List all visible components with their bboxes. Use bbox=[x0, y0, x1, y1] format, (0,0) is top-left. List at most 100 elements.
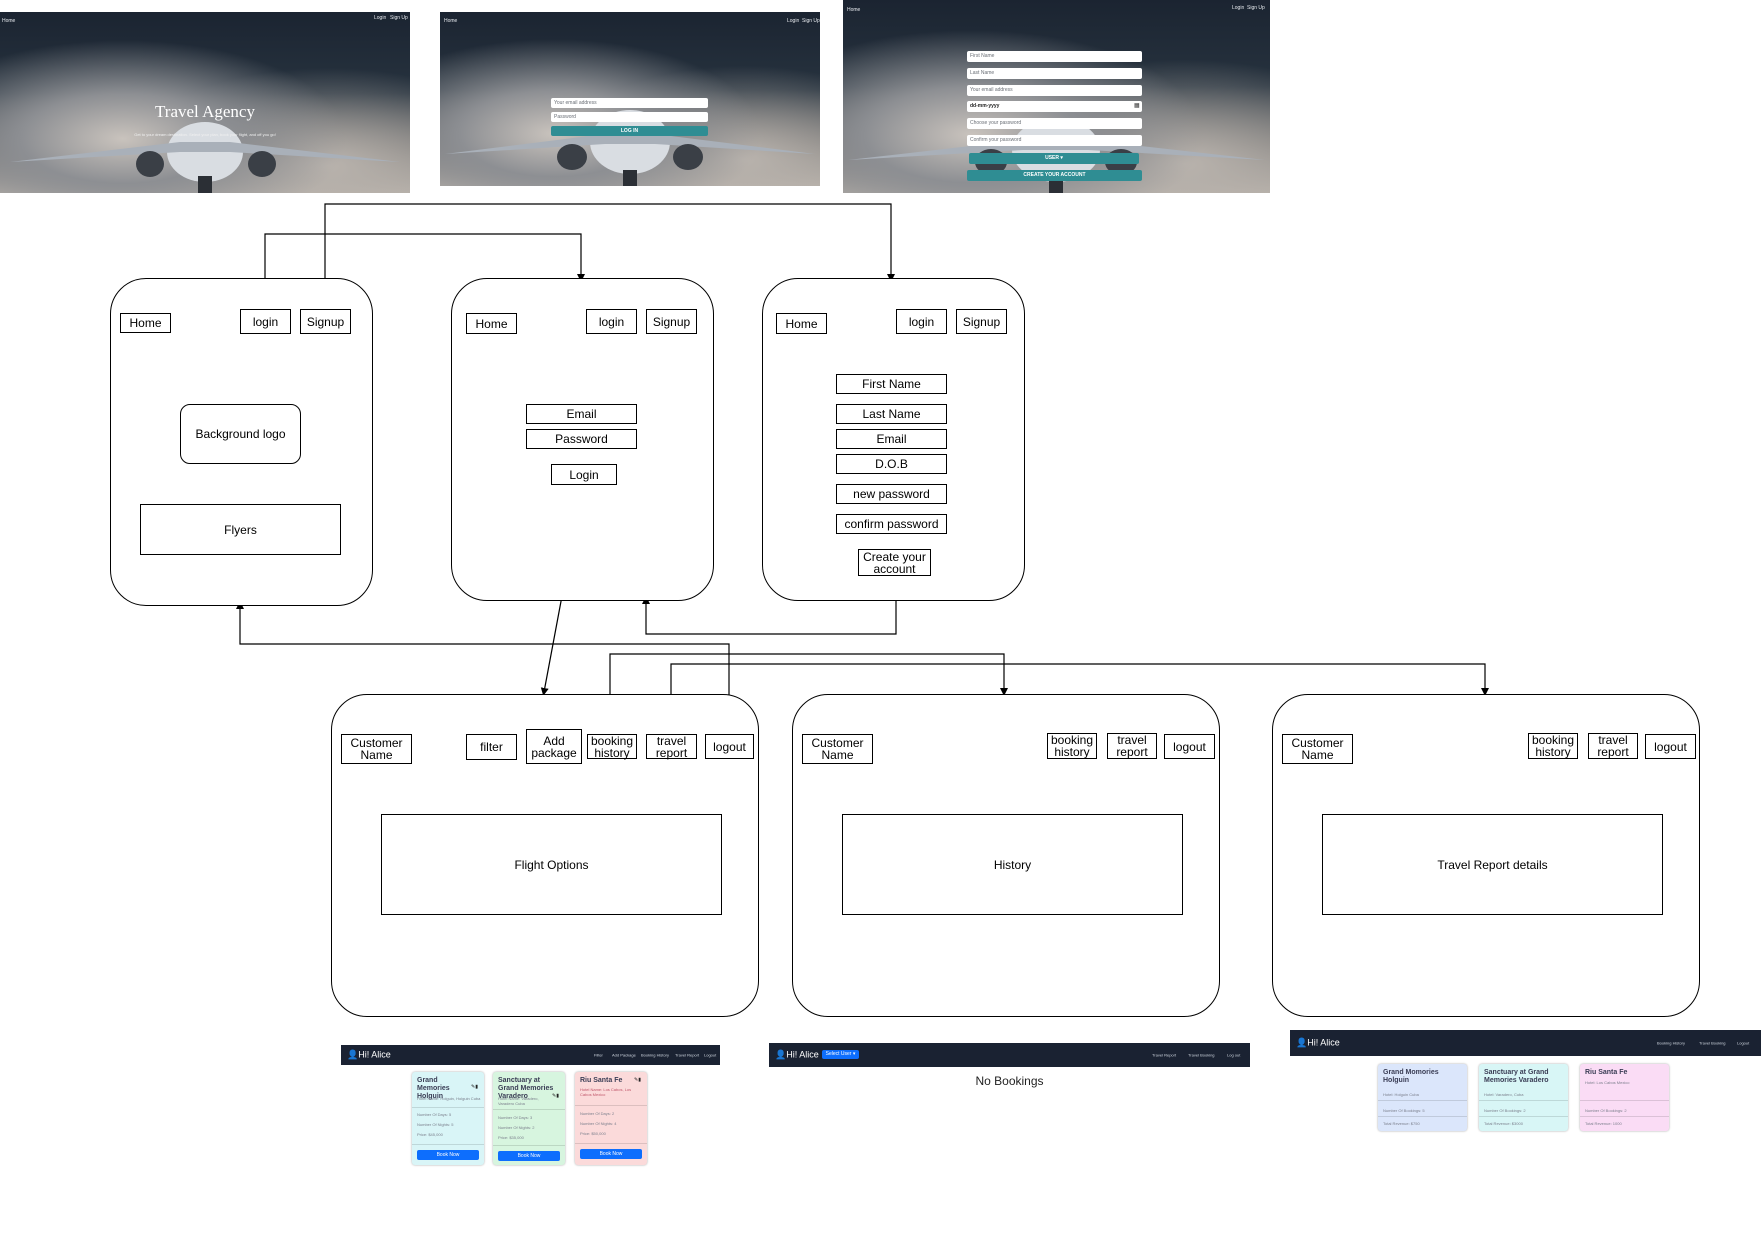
nav-logout[interactable]: Logout bbox=[704, 1053, 716, 1058]
card-title: Riu Santa Fe bbox=[580, 1077, 623, 1084]
book-now-button[interactable]: Book Now bbox=[417, 1150, 479, 1160]
nav-logout[interactable]: Log out bbox=[1227, 1053, 1240, 1058]
wf-password-field[interactable]: Password bbox=[526, 429, 637, 449]
nav-filter[interactable]: Filter bbox=[594, 1053, 603, 1058]
card-days: Number Of Days: 3 bbox=[498, 1115, 533, 1120]
nav-travel-booking[interactable]: Travel Booking bbox=[1699, 1041, 1726, 1046]
wf-flight-options: Flight Options bbox=[381, 814, 722, 915]
wf-logout-button[interactable]: logout bbox=[1164, 734, 1215, 759]
wf-signup-button[interactable]: Signup bbox=[646, 309, 697, 334]
wf-home-button[interactable]: Home bbox=[466, 313, 517, 334]
select-user-dropdown[interactable]: Select User ▾ bbox=[822, 1050, 859, 1059]
greeting-text: Hi! Alice bbox=[1307, 1037, 1340, 1048]
wf-filter-button[interactable]: filter bbox=[466, 734, 517, 760]
card-bookings: Number Of Bookings: 2 bbox=[1585, 1108, 1627, 1113]
nav-travel-report[interactable]: Travel Report bbox=[675, 1053, 699, 1058]
card-days: Number Of Days: 5 bbox=[417, 1112, 452, 1117]
card-nights: Number Of Nights: 5 bbox=[417, 1122, 454, 1127]
wf-signup-button[interactable]: Signup bbox=[956, 309, 1007, 334]
wf-booking-history-button[interactable]: booking history bbox=[1528, 733, 1578, 759]
wf-travel-report-button[interactable]: travel report bbox=[646, 734, 697, 759]
nav-travel-report[interactable]: Travel Report bbox=[1152, 1053, 1176, 1058]
card-subtitle: Hotel: Varadero, Cuba bbox=[1484, 1092, 1524, 1097]
wf-logout-button[interactable]: logout bbox=[705, 734, 754, 759]
card-revenue: Total Revenue: $750 bbox=[1383, 1121, 1420, 1126]
nav-travel-booking[interactable]: Travel Booking bbox=[1188, 1053, 1215, 1058]
wf-travel-report-button[interactable]: travel report bbox=[1107, 733, 1157, 759]
wf-home-button[interactable]: Home bbox=[120, 313, 171, 333]
wf-first-name-field[interactable]: First Name bbox=[836, 374, 947, 394]
book-now-button[interactable]: Book Now bbox=[580, 1149, 642, 1159]
wf-travel-report-details: Travel Report details bbox=[1322, 814, 1663, 915]
card-bookings: Number Of Bookings: 5 bbox=[1383, 1108, 1425, 1113]
card-price: Price: $45,000 bbox=[417, 1132, 443, 1137]
wf-background-logo: Background logo bbox=[180, 404, 301, 464]
card-title: Riu Santa Fe bbox=[1585, 1069, 1628, 1076]
wf-history-content: History bbox=[842, 814, 1183, 915]
greeting: 👤Hi! Alice bbox=[347, 1050, 391, 1061]
history-navbar: 👤Hi! Alice Select User ▾ Travel Report T… bbox=[769, 1043, 1250, 1067]
wf-customer-name: Customer Name bbox=[1282, 734, 1353, 764]
card-subtitle: Hotel: Los Cabos Mexico bbox=[1585, 1080, 1630, 1085]
wf-home-button[interactable]: Home bbox=[776, 313, 827, 334]
report-navbar: 👤Hi! Alice Booking History Travel Bookin… bbox=[1290, 1030, 1761, 1056]
card-days: Number Of Days: 2 bbox=[580, 1111, 615, 1116]
wf-login-button[interactable]: login bbox=[240, 309, 291, 334]
user-icon: 👤 bbox=[1296, 1037, 1308, 1048]
wf-flyers: Flyers bbox=[140, 504, 341, 555]
card-nights: Number Of Nights: 2 bbox=[498, 1125, 535, 1130]
card-subtitle: Hotel Name: Holguin, Holguin Cuba bbox=[417, 1096, 481, 1101]
wf-confirm-password-field[interactable]: confirm password bbox=[836, 514, 947, 534]
wf-login-button[interactable]: login bbox=[896, 309, 947, 334]
wf-logout-button[interactable]: logout bbox=[1645, 734, 1696, 759]
user-icon: 👤 bbox=[775, 1049, 787, 1060]
edit-delete-icons[interactable]: ✎▮ bbox=[634, 1077, 641, 1083]
greeting-text: Hi! Alice bbox=[358, 1049, 391, 1060]
report-card: Grand Momories Holguin Hotel: Holguin Cu… bbox=[1378, 1064, 1467, 1131]
wf-create-account-button[interactable]: Create your account bbox=[858, 549, 931, 576]
wf-customer-name: Customer Name bbox=[341, 734, 412, 764]
empty-state-message: No Bookings bbox=[975, 1074, 1044, 1088]
card-bookings: Number Of Bookings: 2 bbox=[1484, 1108, 1526, 1113]
wf-new-password-field[interactable]: new password bbox=[836, 484, 947, 504]
wf-signup-button[interactable]: Signup bbox=[300, 309, 351, 334]
wf-login-submit[interactable]: Login bbox=[551, 464, 617, 485]
package-card: Grand Memories Holguin ✎▮ Hotel Name: Ho… bbox=[412, 1072, 484, 1165]
package-card: Sanctuary at Grand Memories Varadero ✎▮ … bbox=[493, 1072, 565, 1165]
wf-add-package-button[interactable]: Add package bbox=[526, 729, 582, 764]
card-revenue: Total Revenue: 1000 bbox=[1585, 1121, 1622, 1126]
card-revenue: Total Revenue: $3000 bbox=[1484, 1121, 1523, 1126]
card-subtitle: Hotel: Holguin Cuba bbox=[1383, 1092, 1419, 1097]
card-title: Sanctuary at Grand Memories Varadero bbox=[1484, 1069, 1549, 1084]
greeting-text: Hi! Alice bbox=[786, 1049, 819, 1060]
wf-customer-name: Customer Name bbox=[802, 734, 873, 764]
edit-delete-icons[interactable]: ✎▮ bbox=[471, 1084, 478, 1090]
package-card: Riu Santa Fe ✎▮ Hotel Name: Los Cabos, L… bbox=[575, 1072, 647, 1165]
greeting: 👤Hi! Alice bbox=[1296, 1038, 1340, 1049]
wf-email-field[interactable]: Email bbox=[526, 404, 637, 424]
wf-last-name-field[interactable]: Last Name bbox=[836, 404, 947, 424]
card-subtitle: Hotel Name: Los Cabos, Los Cabos Mexico bbox=[580, 1087, 632, 1097]
wf-booking-history-button[interactable]: booking history bbox=[587, 734, 637, 759]
card-price: Price: $50,000 bbox=[580, 1131, 606, 1136]
nav-booking-history[interactable]: Booking History bbox=[1657, 1041, 1685, 1046]
wf-login-button[interactable]: login bbox=[586, 309, 637, 334]
report-card: Sanctuary at Grand Memories Varadero Hot… bbox=[1479, 1064, 1568, 1131]
card-nights: Number Of Nights: 4 bbox=[580, 1121, 617, 1126]
greeting: 👤Hi! Alice bbox=[775, 1050, 819, 1061]
user-icon: 👤 bbox=[347, 1049, 359, 1060]
report-card: Riu Santa Fe Hotel: Los Cabos Mexico Num… bbox=[1580, 1064, 1669, 1131]
nav-booking-history[interactable]: Booking History bbox=[641, 1053, 669, 1058]
wf-dob-field[interactable]: D.O.B bbox=[836, 454, 947, 474]
nav-add-package[interactable]: Add Package bbox=[612, 1053, 636, 1058]
nav-logout[interactable]: Logout bbox=[1737, 1041, 1749, 1046]
book-now-button[interactable]: Book Now bbox=[498, 1151, 560, 1161]
wf-travel-report-button[interactable]: travel report bbox=[1588, 733, 1638, 759]
edit-delete-icons[interactable]: ✎▮ bbox=[552, 1093, 559, 1099]
wf-booking-history-button[interactable]: booking history bbox=[1047, 733, 1097, 759]
wf-email-field[interactable]: Email bbox=[836, 429, 947, 449]
dashboard-navbar: 👤Hi! Alice Filter Add Package Booking Hi… bbox=[341, 1045, 720, 1065]
chevron-down-icon: ▾ bbox=[852, 1051, 856, 1057]
select-user-label: Select User bbox=[825, 1051, 852, 1057]
card-title: Grand Momories Holguin bbox=[1383, 1069, 1439, 1084]
